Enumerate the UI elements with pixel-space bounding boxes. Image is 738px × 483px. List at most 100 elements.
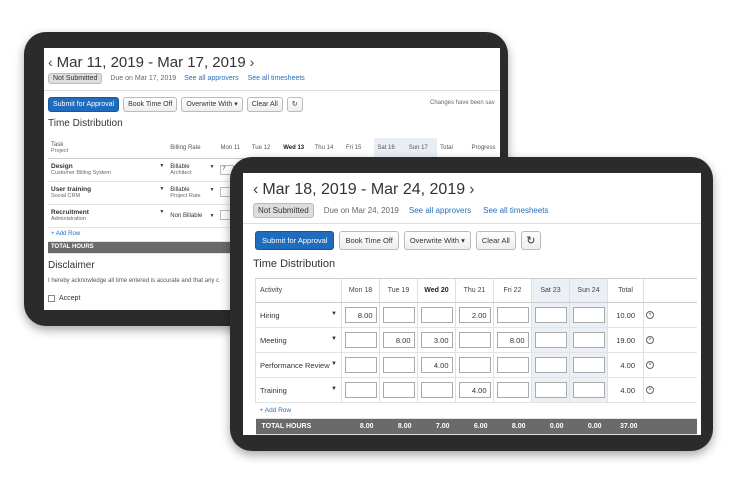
hours-cell: 4.00 bbox=[455, 377, 494, 403]
front-total-row: TOTAL HOURS 8.00 8.00 7.00 6.00 8.00 0.0… bbox=[255, 418, 697, 435]
hours-input[interactable] bbox=[572, 332, 605, 348]
remove-cell: × bbox=[643, 302, 697, 328]
back-task-cell[interactable]: ▼ Design Customer Billing System bbox=[48, 158, 168, 182]
hours-input[interactable] bbox=[344, 332, 377, 348]
hours-input[interactable] bbox=[344, 357, 377, 373]
hours-input[interactable] bbox=[534, 332, 567, 348]
back-status-badge: Not Submitted bbox=[48, 72, 103, 84]
hours-input[interactable] bbox=[534, 382, 567, 398]
hours-cell bbox=[569, 377, 608, 403]
back-submit-button[interactable]: Submit for Approval bbox=[48, 96, 120, 112]
hours-input[interactable]: 2.00 bbox=[458, 307, 491, 323]
activity-name: Training bbox=[260, 385, 287, 395]
caret-down-icon[interactable]: ▼ bbox=[331, 336, 337, 342]
back-task-cell[interactable]: ▼ User training Social CRM bbox=[48, 181, 168, 205]
hours-input[interactable] bbox=[420, 382, 453, 398]
back-header-row: Task Project Billing Rate Mon 11 Tue 12 W… bbox=[48, 138, 500, 159]
activity-select[interactable]: ▼ Meeting bbox=[255, 327, 342, 353]
back-day-header: Sat 16 bbox=[374, 138, 406, 159]
day-total: 8.00 bbox=[493, 418, 532, 435]
remove-row-icon[interactable]: × bbox=[646, 336, 654, 344]
hours-input[interactable] bbox=[382, 357, 415, 373]
hours-input[interactable] bbox=[496, 307, 529, 323]
hours-input[interactable]: 3.00 bbox=[420, 332, 453, 348]
hours-input[interactable] bbox=[382, 307, 415, 323]
hours-input[interactable] bbox=[496, 357, 529, 373]
hours-input[interactable] bbox=[572, 382, 605, 398]
back-see-all-timesheets-link[interactable]: See all timesheets bbox=[248, 75, 305, 82]
remove-row-icon[interactable]: × bbox=[646, 386, 654, 394]
hours-input[interactable] bbox=[344, 382, 377, 398]
back-accept-checkbox-row[interactable]: Accept bbox=[48, 295, 80, 302]
day-total: 8.00 bbox=[341, 418, 380, 435]
front-total-label: TOTAL HOURS bbox=[255, 418, 342, 435]
hours-input[interactable] bbox=[572, 307, 605, 323]
chevron-left-icon[interactable]: ‹ bbox=[253, 181, 258, 199]
hours-cell bbox=[341, 377, 380, 403]
back-rate-cell[interactable]: ▼ Non Billable bbox=[167, 204, 218, 228]
back-refresh-button[interactable]: ↻ bbox=[286, 96, 303, 112]
back-book-time-off-button[interactable]: Book Time Off bbox=[123, 96, 178, 112]
back-progress-header: Progress bbox=[468, 138, 500, 159]
back-toolbar: Submit for Approval Book Time Off Overwr… bbox=[48, 96, 307, 112]
hours-input[interactable]: 4.00 bbox=[420, 357, 453, 373]
front-book-time-off-button[interactable]: Book Time Off bbox=[339, 230, 399, 250]
remove-row-icon[interactable]: × bbox=[646, 361, 654, 369]
chevron-left-icon[interactable]: ‹ bbox=[48, 54, 53, 70]
front-clear-all-button[interactable]: Clear All bbox=[475, 230, 516, 250]
front-period-title: Mar 18, 2019 - Mar 24, 2019 bbox=[262, 181, 466, 198]
activity-select[interactable]: ▼ Performance Review bbox=[255, 352, 342, 378]
day-total: 8.00 bbox=[379, 418, 418, 435]
caret-down-icon[interactable]: ▼ bbox=[331, 361, 337, 367]
hours-input[interactable] bbox=[534, 307, 567, 323]
project-name: Customer Billing System bbox=[51, 170, 111, 176]
caret-down-icon[interactable]: ▼ bbox=[159, 186, 164, 192]
caret-down-icon[interactable]: ▼ bbox=[159, 163, 164, 169]
back-rate-cell[interactable]: ▼ Billable Architect bbox=[167, 158, 218, 182]
front-see-all-timesheets-link[interactable]: See all timesheets bbox=[483, 206, 548, 215]
back-see-all-approvers-link[interactable]: See all approvers bbox=[184, 75, 238, 82]
accept-checkbox[interactable] bbox=[48, 295, 55, 302]
front-overwrite-with-dropdown[interactable]: Overwrite With ▾ bbox=[403, 230, 471, 250]
activity-select[interactable]: ▼ Training bbox=[255, 377, 342, 403]
hours-input[interactable]: 4.00 bbox=[458, 382, 491, 398]
hours-input[interactable] bbox=[534, 357, 567, 373]
chevron-right-icon[interactable]: › bbox=[469, 181, 474, 199]
hours-input[interactable] bbox=[458, 332, 491, 348]
back-disclaimer-title: Disclaimer bbox=[48, 260, 95, 271]
hours-input[interactable] bbox=[458, 357, 491, 373]
hours-input[interactable] bbox=[420, 307, 453, 323]
caret-down-icon[interactable]: ▼ bbox=[210, 213, 215, 219]
back-clear-all-button[interactable]: Clear All bbox=[246, 96, 283, 112]
activity-select[interactable]: ▼ Hiring bbox=[255, 302, 342, 328]
caret-down-icon[interactable]: ▼ bbox=[331, 311, 337, 317]
front-timesheet-screen: ‹ Mar 18, 2019 - Mar 24, 2019 › Not Subm… bbox=[243, 173, 701, 435]
refresh-icon: ↻ bbox=[526, 234, 536, 247]
caret-down-icon[interactable]: ▼ bbox=[331, 386, 337, 392]
front-refresh-button[interactable]: ↻ bbox=[520, 230, 541, 250]
hours-input[interactable] bbox=[572, 357, 605, 373]
front-submit-button[interactable]: Submit for Approval bbox=[255, 230, 335, 250]
front-add-row-link[interactable]: + Add Row bbox=[255, 402, 697, 419]
hours-cell: 8.00 bbox=[341, 302, 380, 328]
back-task-header: Task Project bbox=[48, 138, 168, 159]
back-overwrite-with-dropdown[interactable]: Overwrite With ▾ bbox=[181, 96, 243, 112]
hours-input[interactable] bbox=[496, 382, 529, 398]
front-see-all-approvers-link[interactable]: See all approvers bbox=[409, 206, 471, 215]
hours-input[interactable]: 8.00 bbox=[496, 332, 529, 348]
hours-input[interactable]: 8.00 bbox=[382, 332, 415, 348]
remove-row-icon[interactable]: × bbox=[646, 311, 654, 319]
grand-total: 37.00 bbox=[607, 418, 644, 435]
caret-down-icon: ▾ bbox=[461, 235, 465, 245]
caret-down-icon[interactable]: ▼ bbox=[159, 209, 164, 215]
back-divider bbox=[44, 90, 500, 91]
caret-down-icon[interactable]: ▼ bbox=[210, 164, 215, 170]
chevron-right-icon[interactable]: › bbox=[250, 54, 255, 70]
task-name: Recruitment bbox=[51, 209, 89, 216]
back-task-cell[interactable]: ▼ Recruitment Administration bbox=[48, 204, 168, 228]
hours-input[interactable] bbox=[382, 382, 415, 398]
hours-input[interactable]: 8.00 bbox=[344, 307, 377, 323]
back-rate-cell[interactable]: ▼ Billable Project Rate bbox=[167, 181, 218, 205]
caret-down-icon[interactable]: ▼ bbox=[210, 187, 215, 193]
back-day-header: Wed 13 bbox=[280, 138, 312, 159]
